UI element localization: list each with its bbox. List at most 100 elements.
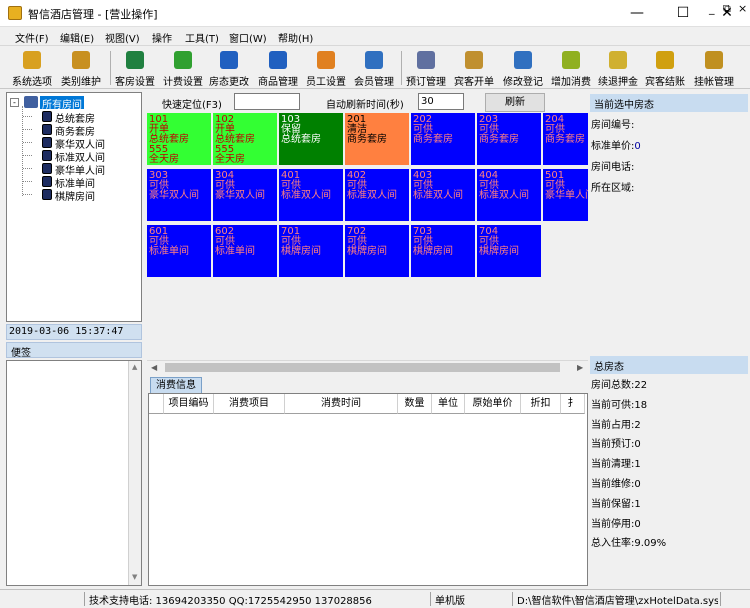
menu-item[interactable]: 窗口(W) <box>229 30 267 45</box>
column-header[interactable]: 折扣 <box>521 394 561 414</box>
summary-field: 当前预订:0 <box>591 435 641 450</box>
toolbar-button[interactable]: 客房设置 <box>112 49 158 88</box>
toolbar-label: 宾客开单 <box>454 77 494 88</box>
toolbar-button[interactable]: 增加消费 <box>548 49 594 88</box>
tree-item[interactable]: 豪华双人间 <box>42 136 142 151</box>
tree-item[interactable]: 标准双人间 <box>42 149 142 164</box>
room-tile[interactable]: 204 可供 商务套房 <box>543 113 588 165</box>
room-tile[interactable]: 403 可供 标准双人间 <box>411 169 475 221</box>
menu-item[interactable]: 帮助(H) <box>278 30 313 45</box>
toolbar-button[interactable]: 修改登记 <box>500 49 546 88</box>
room-tile[interactable]: 601 可供 标准单间 <box>147 225 211 277</box>
toolbar-separator <box>110 51 111 85</box>
menu-item[interactable]: 视图(V) <box>105 30 140 45</box>
scroll-up-icon[interactable]: ▲ <box>132 363 137 371</box>
refresh-button[interactable]: 刷新 <box>485 93 545 112</box>
room-type: 豪华双人间 <box>215 190 265 201</box>
room-tile[interactable]: 303 可供 豪华双人间 <box>147 169 211 221</box>
room-tile[interactable]: 704 可供 棋牌房间 <box>477 225 541 277</box>
room-grid-scrollbar[interactable]: ◀ ▶ <box>147 360 588 374</box>
room-tile[interactable]: 202 可供 商务套房 <box>411 113 475 165</box>
menu-item[interactable]: 编辑(E) <box>60 30 94 45</box>
app-icon <box>8 6 22 20</box>
room-tile[interactable]: 201 清洁 商务套房 <box>345 113 409 165</box>
toolbar-label: 计费设置 <box>163 77 203 88</box>
toolbar-button[interactable]: 续退押金 <box>596 49 640 88</box>
toolbar-button[interactable]: 员工设置 <box>304 49 348 88</box>
room-tile[interactable]: 103 保留 总统套房 <box>279 113 343 165</box>
room-tile[interactable]: 703 可供 棋牌房间 <box>411 225 475 277</box>
tree-item[interactable]: 棋牌房间 <box>42 188 142 203</box>
room-tile[interactable]: 101 开单 总统套房 555 全天房 <box>147 113 211 165</box>
menu-item[interactable]: 操作 <box>152 30 172 45</box>
toolbar-label: 客房设置 <box>115 77 155 88</box>
room-tile[interactable]: 401 可供 标准双人间 <box>279 169 343 221</box>
column-header[interactable]: 消费时间 <box>285 394 398 414</box>
toolbar-button[interactable]: 系统选项 <box>8 49 56 88</box>
room-tile[interactable]: 402 可供 标准双人间 <box>345 169 409 221</box>
field-label: 当前清理: <box>591 459 635 471</box>
toolbar-button[interactable]: 宾客结账 <box>642 49 688 88</box>
column-header[interactable]: 消费项目 <box>214 394 285 414</box>
mdi-close-icon[interactable]: × <box>738 2 747 15</box>
tree-line <box>23 168 32 169</box>
toolbar-button[interactable]: 预订管理 <box>404 49 448 88</box>
column-header[interactable]: 单位 <box>432 394 465 414</box>
tree-root[interactable]: 所有房间 <box>40 96 84 111</box>
field-value: 2 <box>634 419 641 431</box>
room-type-icon <box>42 150 52 161</box>
field-value: 9.09% <box>634 538 667 550</box>
room-tile[interactable]: 203 可供 商务套房 <box>477 113 541 165</box>
consume-table[interactable] <box>148 393 588 586</box>
tree-collapse-icon[interactable]: - <box>10 98 19 107</box>
mdi-minimize-icon[interactable]: _ <box>709 2 715 15</box>
auto-refresh-input[interactable]: 30 <box>418 93 464 110</box>
column-header[interactable]: 项目编码 <box>164 394 214 414</box>
room-tile[interactable]: 501可供豪华单人间 <box>543 169 588 221</box>
toolbar-button[interactable]: 商品管理 <box>255 49 301 88</box>
quick-locate-label: 快速定位(F3) <box>162 100 222 111</box>
tree-line <box>22 106 23 196</box>
room-tile[interactable]: 701 可供 棋牌房间 <box>279 225 343 277</box>
note-scrollbar[interactable]: ▲ ▼ <box>128 361 141 585</box>
toolbar-label: 挂帐管理 <box>694 77 734 88</box>
toolbar-label: 预订管理 <box>406 77 446 88</box>
tree-item[interactable]: 商务套房 <box>42 123 142 138</box>
room-type: 标准双人间 <box>479 190 529 201</box>
tree-item[interactable]: 标准单间 <box>42 175 142 190</box>
toolbar-button[interactable]: 房态更改 <box>206 49 252 88</box>
column-header[interactable]: 数量 <box>398 394 432 414</box>
scroll-right-icon[interactable]: ▶ <box>577 363 583 372</box>
room-tile[interactable]: 602 可供 标准单间 <box>213 225 277 277</box>
toolbar-button[interactable]: 计费设置 <box>160 49 206 88</box>
column-header[interactable]: 原始单价 <box>465 394 521 414</box>
column-header[interactable]: 扌 <box>561 394 585 414</box>
toolbar-button[interactable]: 挂帐管理 <box>691 49 737 88</box>
scroll-left-icon[interactable]: ◀ <box>151 363 157 372</box>
scroll-down-icon[interactable]: ▼ <box>132 573 137 581</box>
room-type: 商务套房 <box>347 134 387 145</box>
room-tile[interactable]: 304 可供 豪华双人间 <box>213 169 277 221</box>
menu-item[interactable]: 工具(T) <box>185 30 219 45</box>
toolbar-button[interactable]: 宾客开单 <box>451 49 497 88</box>
room-tile[interactable]: 702 可供 棋牌房间 <box>345 225 409 277</box>
note-textarea[interactable] <box>6 360 142 586</box>
scroll-thumb[interactable] <box>165 363 560 372</box>
maximize-button[interactable]: ☐ <box>660 0 706 27</box>
tab-consume-info[interactable]: 消费信息 <box>150 377 202 393</box>
minimize-button[interactable]: — <box>614 0 660 27</box>
menu-item[interactable]: 文件(F) <box>15 30 49 45</box>
room-tile[interactable]: 102 开单 总统套房 555 全天房 <box>213 113 277 165</box>
room-tile[interactable]: 404 可供 标准双人间 <box>477 169 541 221</box>
field-label: 当前占用: <box>591 419 635 431</box>
toolbar-button[interactable]: 会员管理 <box>350 49 398 88</box>
mdi-restore-icon[interactable]: ⧉ <box>723 2 731 16</box>
toolbar-label: 员工设置 <box>306 77 346 88</box>
tree-item-label: 棋牌房间 <box>55 192 95 203</box>
key-icon <box>72 51 90 69</box>
tree-item[interactable]: 总统套房 <box>42 110 142 125</box>
quick-locate-input[interactable] <box>234 93 300 110</box>
credit-icon <box>705 51 723 69</box>
toolbar-button[interactable]: 类别维护 <box>57 49 105 88</box>
tree-item[interactable]: 豪华单人间 <box>42 162 142 177</box>
